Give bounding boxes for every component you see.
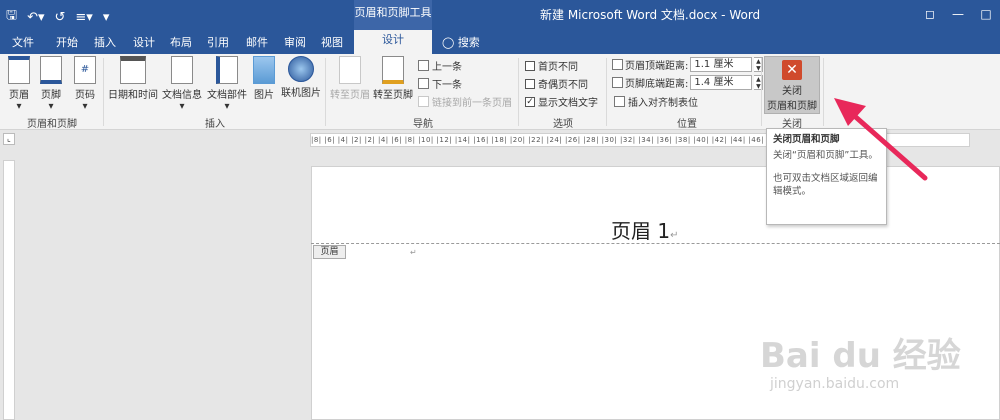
alignment-tab-icon [614,96,625,107]
link-icon [418,96,429,107]
page-number-icon: # [74,56,96,84]
checkbox-unchecked-icon [525,60,535,71]
header-text[interactable]: 页眉 1↵ [611,215,678,244]
picture-button[interactable]: 图片 [252,56,276,101]
format-painter-icon[interactable]: ≡▾ [75,10,92,25]
document-info-button[interactable]: 文档信息 ▾ [160,56,204,112]
close-header-footer-button[interactable]: ✕ 关闭 页眉和页脚 [764,56,820,114]
quick-access-toolbar: 🖫 ↶▾ ↺ ≡▾ ▾ [6,6,109,28]
maximize-icon[interactable]: □ [972,0,1000,30]
chevron-down-icon: ▾ [179,101,185,112]
quick-parts-button[interactable]: 文档部件 ▾ [206,56,248,112]
window-controls: ◻ — □ [916,0,1000,30]
tab-home[interactable]: 开始 [56,34,78,50]
paragraph-mark-icon: ↵ [410,248,417,257]
window-title: 新建 Microsoft Word 文档.docx - Word [540,8,761,22]
tab-design[interactable]: 设计 [133,34,155,50]
goto-footer-button[interactable]: 转至页脚 [373,56,413,101]
footer-bottom-distance: 页脚底端距离: 1.4 厘米 ▲ ▼ [612,75,764,90]
quick-parts-icon [216,56,238,84]
different-odd-even-checkbox[interactable]: 奇偶页不同 [525,76,588,91]
next-icon [418,78,429,89]
spin-arrows-icon[interactable]: ▲ ▼ [754,57,764,72]
date-time-button[interactable]: 日期和时间 [108,56,158,101]
header-separator [311,243,1000,244]
watermark-url: jingyan.baidu.com [770,376,900,392]
header-tag: 页眉 [313,245,346,259]
chevron-down-icon: ▾ [48,101,54,112]
context-tab-title: 页眉和页脚工具 [354,0,432,30]
close-icon: ✕ [782,60,802,80]
header-top-input[interactable]: 1.1 厘米 [690,57,753,72]
goto-header-icon [339,56,361,84]
next-button[interactable]: 下一条 [418,76,462,91]
group-divider [103,58,104,126]
footer-button[interactable]: 页脚 ▾ [38,56,64,112]
online-picture-icon [288,56,314,82]
calendar-icon [120,56,146,84]
title-bar: 🖫 ↶▾ ↺ ≡▾ ▾ 页眉和页脚工具 新建 Microsoft Word 文档… [0,0,1000,30]
page-number-button[interactable]: # 页码 ▾ [72,56,98,112]
group-divider [325,58,326,126]
ribbon-tabs: 文件 开始 插入 设计 布局 引用 邮件 审阅 视图 设计 ◯ 搜索 [0,30,1000,54]
link-to-previous-button[interactable]: 链接到前一条页眉 [418,94,512,109]
online-picture-button[interactable]: 联机图片 [280,56,322,99]
customize-qat-icon[interactable]: ▾ [103,10,110,25]
header-icon [8,56,30,84]
previous-button[interactable]: 上一条 [418,58,462,73]
checkmark-icon: ✓ [525,96,535,107]
checkbox-unchecked-icon [525,78,535,89]
tell-me-search[interactable]: ◯ 搜索 [442,34,480,50]
footer-position-icon [612,77,623,88]
show-document-text-checkbox[interactable]: ✓ 显示文档文字 [525,94,598,109]
group-label-header-footer: 页眉和页脚 [27,119,77,130]
chevron-down-icon: ▾ [224,101,230,112]
header-position-icon [612,59,623,70]
footer-icon [40,56,62,84]
tab-layout[interactable]: 布局 [170,34,192,50]
tab-view[interactable]: 视图 [321,34,343,50]
group-label-navigation: 导航 [413,119,433,130]
save-icon[interactable]: 🖫 [6,6,17,28]
tab-selector[interactable]: ⌞ [3,133,15,145]
arrow-shaft [847,109,928,181]
tab-header-footer-design[interactable]: 设计 [354,30,432,54]
header-button[interactable]: 页眉 ▾ [6,56,32,112]
chevron-down-icon: ▾ [82,101,88,112]
redo-icon[interactable]: ↺ [55,10,66,25]
tab-references[interactable]: 引用 [207,34,229,50]
different-first-page-checkbox[interactable]: 首页不同 [525,58,578,73]
watermark-logo: Bai du 经验 [760,336,961,376]
insert-alignment-tab-button[interactable]: 插入对齐制表位 [614,94,698,109]
goto-header-button[interactable]: 转至页眉 [330,56,370,101]
group-divider [518,58,519,126]
group-divider [606,58,607,126]
footer-bottom-input[interactable]: 1.4 厘米 [690,75,753,90]
spin-arrows-icon[interactable]: ▲ ▼ [754,75,764,90]
document-info-icon [171,56,193,84]
group-label-position: 位置 [677,119,697,130]
tab-mailings[interactable]: 邮件 [246,34,268,50]
picture-icon [253,56,275,84]
vertical-ruler[interactable] [3,160,15,420]
undo-icon[interactable]: ↶▾ [27,10,44,25]
minimize-icon[interactable]: — [944,0,972,30]
header-top-distance: 页眉顶端距离: 1.1 厘米 ▲ ▼ [612,57,764,72]
tab-file[interactable]: 文件 [12,34,34,50]
previous-icon [418,60,429,71]
ribbon-display-icon[interactable]: ◻ [916,0,944,30]
group-label-insert: 插入 [205,119,225,130]
goto-footer-icon [382,56,404,84]
tab-review[interactable]: 审阅 [284,34,306,50]
lightbulb-icon: ◯ [442,36,458,49]
tab-insert[interactable]: 插入 [94,34,116,50]
chevron-down-icon: ▾ [16,101,22,112]
group-divider [761,58,762,126]
group-label-options: 选项 [553,119,573,130]
annotation-arrow [834,98,928,181]
